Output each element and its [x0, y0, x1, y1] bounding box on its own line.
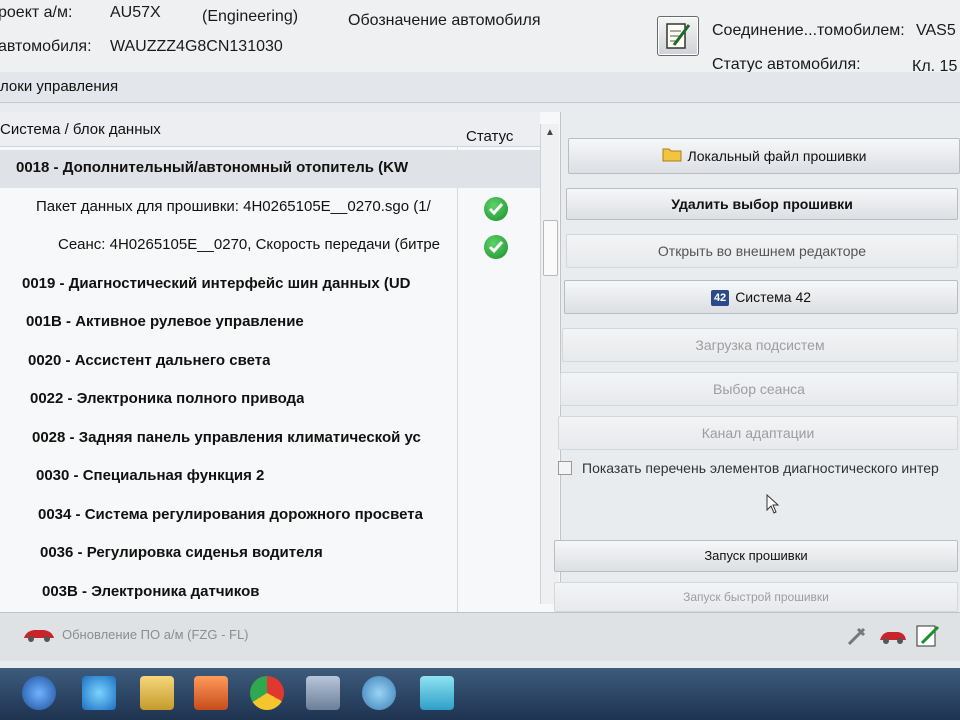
- show-diagnostic-elements-checkbox[interactable]: Показать перечень элементов диагностичес…: [558, 460, 939, 476]
- list-row-label: 0028 - Задняя панель управления климатич…: [32, 428, 421, 446]
- header: роект а/м: AU57X (Engineering) Обозначен…: [0, 0, 960, 81]
- status-bar: Обновление ПО а/м (FZG - FL): [0, 612, 960, 661]
- vin-label: автомобиля:: [0, 38, 92, 55]
- project-value: AU57X: [110, 4, 161, 21]
- connection-label: Соединение...томобилем:: [712, 22, 905, 39]
- list-row-label: 0034 - Система регулирования дорожного п…: [38, 505, 423, 523]
- list-scrollbar[interactable]: ▲: [540, 124, 559, 604]
- control-units-list: Система / блок данных Статус 0018 - Допо…: [0, 112, 561, 612]
- select-session-button[interactable]: Выбор сеанса: [560, 372, 958, 406]
- load-subsystems-button-label: Загрузка подсистем: [695, 337, 825, 353]
- list-row[interactable]: 0036 - Регулировка сиденья водителя: [0, 535, 540, 573]
- column-system-header[interactable]: Система / блок данных: [0, 121, 161, 138]
- delete-selection-button[interactable]: Удалить выбор прошивки: [566, 188, 958, 220]
- list-row-label: 0022 - Электроника полного привода: [30, 390, 305, 407]
- save-disk-icon[interactable]: [306, 676, 340, 710]
- status-ok-icon: [484, 196, 508, 221]
- report-edit-icon[interactable]: [914, 623, 942, 649]
- folder-icon: [662, 140, 682, 173]
- scroll-thumb[interactable]: [543, 220, 558, 276]
- vehicle-designation-label: Обозначение автомобиля: [348, 12, 541, 29]
- car-icon: [24, 630, 54, 642]
- vin-value: WAUZZZ4G8CN131030: [110, 38, 283, 55]
- list-row[interactable]: 001B - Активное рулевое управление: [0, 304, 540, 342]
- load-subsystems-button[interactable]: Загрузка подсистем: [562, 328, 958, 362]
- quick-flash-button[interactable]: Запуск быстрой прошивки: [554, 582, 958, 612]
- local-file-button-label: Локальный файл прошивки: [687, 148, 867, 164]
- list-row-label: 0019 - Диагностический интерфейс шин дан…: [22, 274, 411, 292]
- project-label: роект а/м:: [0, 4, 73, 21]
- list-row[interactable]: 0019 - Диагностический интерфейс шин дан…: [0, 266, 540, 304]
- connection-value: VAS5: [916, 22, 956, 39]
- start-button-icon[interactable]: [22, 676, 56, 710]
- quick-flash-button-label: Запуск быстрой прошивки: [683, 590, 829, 604]
- list-row-label: 0020 - Ассистент дальнего света: [28, 351, 271, 369]
- list-row[interactable]: 003B - Электроника датчиков: [0, 574, 540, 612]
- system42-button[interactable]: 42 Система 42: [564, 280, 958, 314]
- local-file-button[interactable]: Локальный файл прошивки: [568, 138, 960, 174]
- list-row-label: 003B - Электроника датчиков: [42, 582, 260, 600]
- list-row[interactable]: 0034 - Система регулирования дорожного п…: [0, 497, 540, 535]
- taskbar: [0, 668, 960, 720]
- scroll-up-icon[interactable]: ▲: [541, 124, 559, 142]
- start-flash-button-label: Запуск прошивки: [704, 548, 808, 563]
- list-column-header: Система / блок данных Статус: [0, 112, 540, 147]
- start-flash-button[interactable]: Запуск прошивки: [554, 540, 958, 572]
- section-title: локи управления: [0, 78, 119, 95]
- open-external-editor-button-label: Открыть во внешнем редакторе: [657, 243, 867, 259]
- skype-icon[interactable]: [362, 676, 396, 710]
- media-player-icon[interactable]: [194, 676, 228, 710]
- list-row-label: Сеанс: 4H0265105E__0270, Скорость переда…: [58, 236, 441, 253]
- adaptation-channel-button[interactable]: Канал адаптации: [558, 416, 958, 450]
- odis-app-icon[interactable]: [420, 676, 454, 710]
- list-row[interactable]: 0020 - Ассистент дальнего света: [0, 343, 540, 381]
- open-external-editor-button[interactable]: Открыть во внешнем редакторе: [566, 234, 958, 268]
- list-row-label: Пакет данных для прошивки: 4H0265105E__0…: [36, 197, 431, 215]
- system42-icon: 42: [710, 290, 730, 307]
- list-row[interactable]: Пакет данных для прошивки: 4H0265105E__0…: [0, 189, 540, 227]
- list-row-label: 001B - Активное рулевое управление: [26, 313, 304, 330]
- status-text: Обновление ПО а/м (FZG - FL): [62, 627, 249, 642]
- vehicle-connection-icon[interactable]: [878, 625, 908, 647]
- list-row-label: 0036 - Регулировка сиденья водителя: [40, 544, 323, 561]
- list-row[interactable]: Сеанс: 4H0265105E__0270, Скорость переда…: [0, 227, 540, 265]
- list-row[interactable]: 0022 - Электроника полного привода: [0, 381, 540, 419]
- system42-button-label: Система 42: [735, 289, 812, 305]
- list-row[interactable]: 0018 - Дополнительный/автономный отопите…: [0, 150, 540, 188]
- section-bar: локи управления: [0, 72, 960, 103]
- list-row-label: 0018 - Дополнительный/автономный отопите…: [16, 159, 409, 176]
- adaptation-channel-button-label: Канал адаптации: [701, 425, 815, 441]
- mouse-cursor-icon: [766, 494, 780, 514]
- status-ok-icon: [484, 235, 508, 259]
- list-row[interactable]: 0028 - Задняя панель управления климатич…: [0, 420, 540, 458]
- select-session-button-label: Выбор сеанса: [713, 381, 805, 397]
- list-row[interactable]: 0030 - Специальная функция 2: [0, 458, 540, 496]
- show-diagnostic-elements-label: Показать перечень элементов диагностичес…: [582, 460, 939, 476]
- delete-selection-button-label: Удалить выбор прошивки: [671, 196, 853, 212]
- file-explorer-icon[interactable]: [140, 676, 174, 710]
- column-status-header[interactable]: Статус: [466, 128, 513, 145]
- tools-icon[interactable]: [846, 625, 868, 647]
- edit-note-icon[interactable]: [657, 16, 699, 56]
- checkbox-box[interactable]: [558, 461, 572, 475]
- chrome-icon[interactable]: [250, 676, 284, 710]
- internet-explorer-icon[interactable]: [82, 676, 116, 710]
- list-row-label: 0030 - Специальная функция 2: [36, 467, 265, 484]
- project-mode: (Engineering): [202, 8, 299, 25]
